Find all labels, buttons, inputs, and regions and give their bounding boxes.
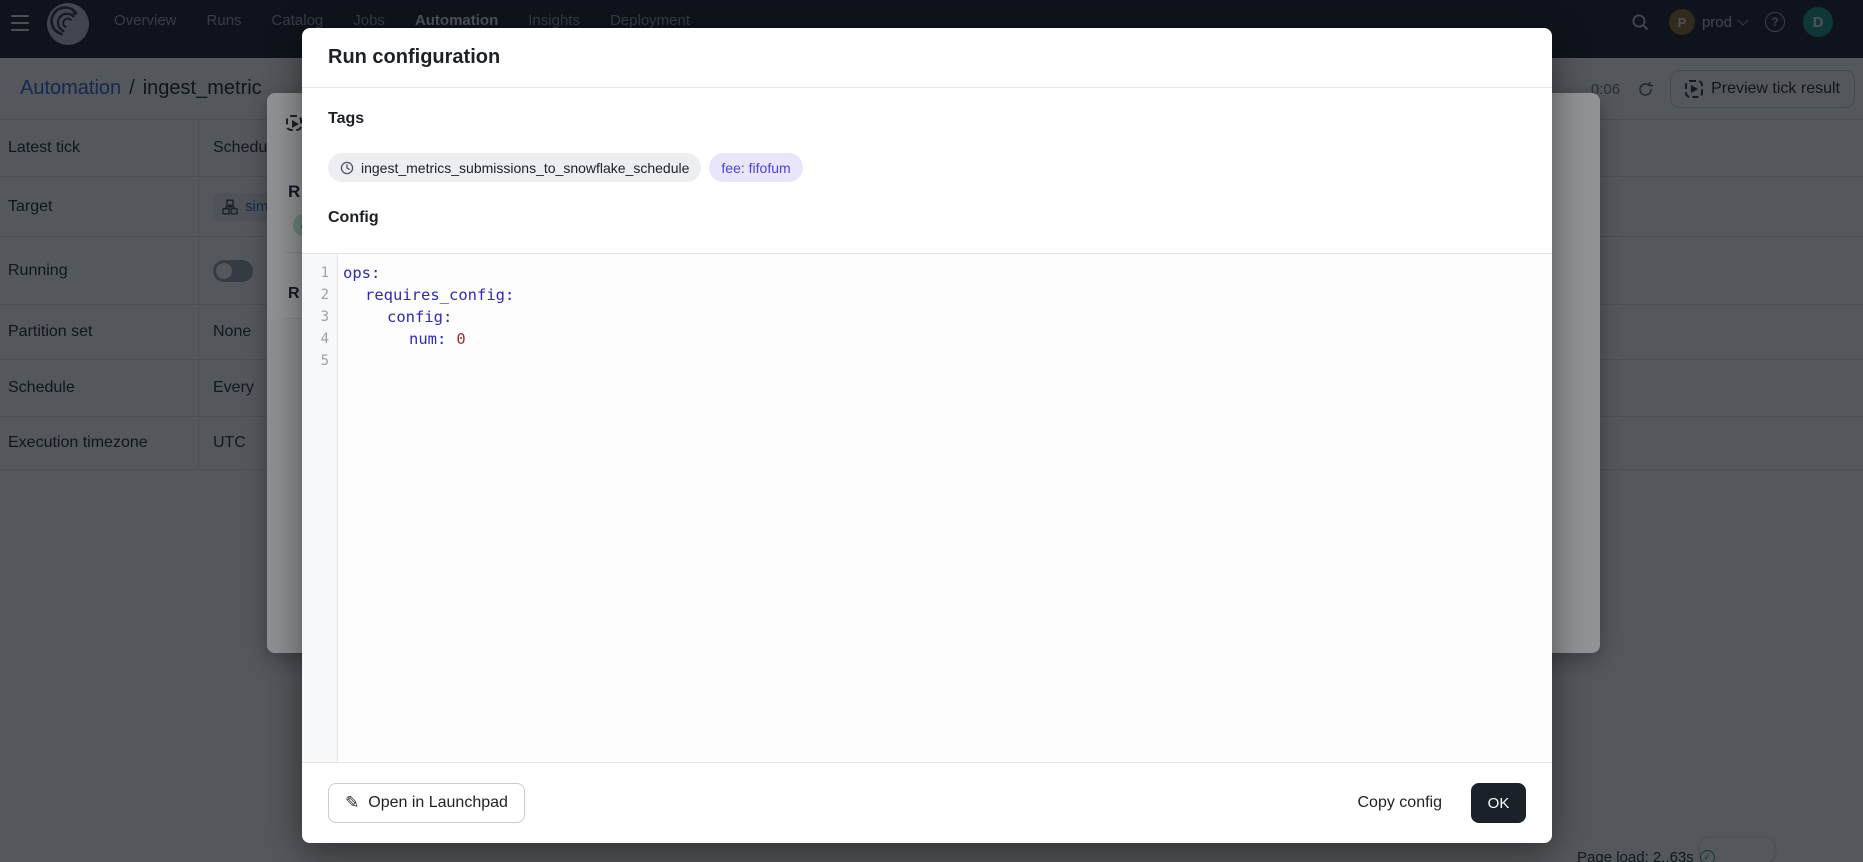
ok-button[interactable]: OK [1471, 783, 1526, 823]
code-line: 4 num: 0 [302, 328, 1552, 350]
yaml-key: requires_config: [365, 286, 514, 304]
config-heading: Config [328, 209, 1526, 227]
tags-section: Tags ingest_metrics_submissions_to_snowf… [302, 88, 1552, 227]
dagster-app: Overview Runs Catalog Jobs Automation In… [0, 0, 1863, 862]
fee-tag: fee: fifofum [709, 153, 802, 182]
line-number: 2 [302, 284, 338, 306]
code-line: 1 ops: [302, 262, 1552, 284]
modal-title: Run configuration [328, 46, 500, 69]
copy-config-button[interactable]: Copy config [1358, 794, 1443, 812]
pencil-icon: ✎ [345, 793, 359, 813]
schedule-tag: ingest_metrics_submissions_to_snowflake_… [328, 153, 701, 182]
run-configuration-modal: Run configuration Tags ingest_metrics_su… [302, 28, 1552, 843]
line-number: 5 [302, 350, 338, 372]
modal-footer: ✎ Open in Launchpad Copy config OK [302, 762, 1552, 843]
line-number: 4 [302, 328, 338, 350]
code-line: 2 requires_config: [302, 284, 1552, 306]
code-line: 3 config: [302, 306, 1552, 328]
tags-heading: Tags [328, 110, 1526, 128]
yaml-value: 0 [456, 330, 465, 348]
tag-list: ingest_metrics_submissions_to_snowflake_… [328, 153, 1526, 182]
code-line: 5 [302, 350, 1552, 372]
open-in-launchpad-button[interactable]: ✎ Open in Launchpad [328, 783, 525, 823]
line-number: 1 [302, 262, 338, 284]
line-number: 3 [302, 306, 338, 328]
yaml-key: ops: [343, 264, 380, 282]
clock-icon [340, 161, 354, 175]
schedule-tag-label: ingest_metrics_submissions_to_snowflake_… [361, 160, 689, 176]
modal-titlebar: Run configuration [302, 28, 1552, 88]
yaml-key: config: [387, 308, 452, 326]
config-code-editor[interactable]: 1 ops: 2 requires_config: 3 config: 4 nu… [302, 253, 1552, 762]
fee-tag-label: fee: fifofum [721, 160, 790, 176]
code-lines: 1 ops: 2 requires_config: 3 config: 4 nu… [302, 254, 1552, 372]
open-in-launchpad-label: Open in Launchpad [368, 794, 508, 812]
yaml-key: num: [409, 330, 446, 348]
